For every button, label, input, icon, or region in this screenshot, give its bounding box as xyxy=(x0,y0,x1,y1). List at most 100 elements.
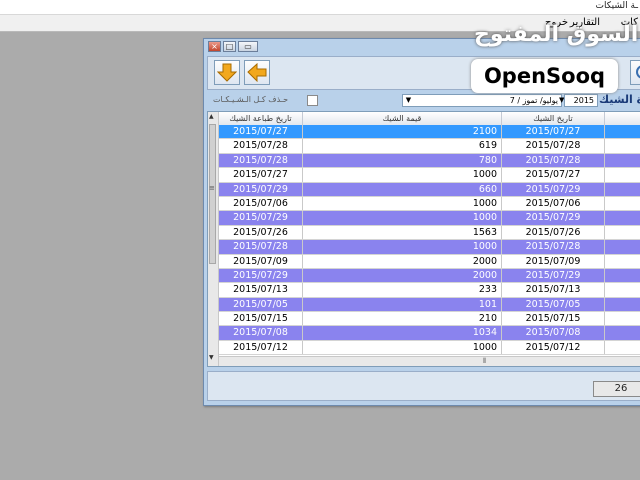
amount-cell[interactable]: 619 xyxy=(303,139,502,153)
extra-cell[interactable] xyxy=(605,139,640,152)
extra-cell[interactable] xyxy=(605,326,640,339)
filter-bar: حـذف كـل الـشـيـكـات ▼ يوليو/ تموز / 7 ▼… xyxy=(207,92,640,110)
scroll-up-icon[interactable]: ▲ xyxy=(209,113,214,120)
check-date-cell[interactable]: 2015/07/27 xyxy=(502,125,605,139)
amount-cell[interactable]: 1000 xyxy=(303,340,502,355)
table-row[interactable]: 2015/07/28 780 2015/07/28 xyxy=(219,153,640,169)
amount-cell[interactable]: 2100 xyxy=(303,125,502,139)
close-button[interactable]: × xyxy=(208,41,221,52)
print-date-cell[interactable]: 2015/07/06 xyxy=(219,196,303,211)
check-date-cell[interactable]: 2015/07/29 xyxy=(502,211,605,225)
check-date-cell[interactable]: 2015/07/06 xyxy=(502,196,605,211)
print-date-cell[interactable]: 2015/07/29 xyxy=(219,268,303,283)
extra-cell[interactable] xyxy=(605,283,640,296)
extra-cell[interactable] xyxy=(605,154,640,167)
amount-cell[interactable]: 1000 xyxy=(303,240,502,254)
scroll-down-icon[interactable]: ▼ xyxy=(209,354,214,361)
extra-cell[interactable] xyxy=(605,298,640,311)
check-date-cell[interactable]: 2015/07/26 xyxy=(502,225,605,240)
back-button[interactable] xyxy=(244,60,270,85)
check-date-cell[interactable]: 2015/07/15 xyxy=(502,312,605,326)
table-row[interactable]: 2015/07/29 2000 2015/07/29 xyxy=(219,268,640,284)
amount-cell[interactable]: 101 xyxy=(303,297,502,312)
check-date-cell[interactable]: 2015/07/28 xyxy=(502,153,605,168)
table-row[interactable]: 2015/07/12 1000 2015/07/12 xyxy=(219,340,640,356)
extra-cell[interactable] xyxy=(605,211,640,224)
table-row[interactable]: 2015/07/27 1000 2015/07/27 xyxy=(219,168,640,183)
month-select[interactable]: ▼ يوليو/ تموز / 7 xyxy=(402,94,562,107)
year-select[interactable]: 2015 xyxy=(564,94,598,107)
check-date-cell[interactable]: 2015/07/05 xyxy=(502,297,605,312)
extra-cell[interactable] xyxy=(605,269,640,282)
print-date-cell[interactable]: 2015/07/08 xyxy=(219,326,303,340)
check-date-cell[interactable]: 2015/07/29 xyxy=(502,182,605,196)
refresh-button[interactable] xyxy=(630,60,640,85)
amount-cell[interactable]: 660 xyxy=(303,182,502,196)
amount-cell[interactable]: 780 xyxy=(303,153,502,168)
table-row[interactable]: 2015/07/28 619 2015/07/28 xyxy=(219,139,640,154)
column-header-extra[interactable] xyxy=(605,112,640,125)
extra-cell[interactable] xyxy=(605,226,640,239)
extra-cell[interactable] xyxy=(605,312,640,325)
table-row[interactable]: 2015/07/29 660 2015/07/29 xyxy=(219,182,640,197)
amount-cell[interactable]: 210 xyxy=(303,312,502,326)
table-row[interactable]: 2015/07/27 2100 2015/07/27 xyxy=(219,125,640,140)
amount-cell[interactable]: 1000 xyxy=(303,168,502,182)
print-date-cell[interactable]: 2015/07/15 xyxy=(219,312,303,326)
maximize-button[interactable]: □ xyxy=(223,41,236,52)
column-header-check-date[interactable]: تاريخ الشيك xyxy=(502,112,605,125)
print-date-cell[interactable]: 2015/07/09 xyxy=(219,254,303,268)
amount-cell[interactable]: 2000 xyxy=(303,254,502,268)
table-row[interactable]: 2015/07/13 233 2015/07/13 xyxy=(219,283,640,298)
print-date-cell[interactable]: 2015/07/27 xyxy=(219,125,303,139)
amount-cell[interactable]: 233 xyxy=(303,283,502,297)
amount-cell[interactable]: 1000 xyxy=(303,211,502,225)
amount-cell[interactable]: 1034 xyxy=(303,326,502,340)
check-date-cell[interactable]: 2015/07/09 xyxy=(502,254,605,268)
table-row[interactable]: 2015/07/08 1034 2015/07/08 xyxy=(219,326,640,341)
column-header-amount[interactable]: قيمة الشيك xyxy=(303,112,502,125)
check-date-cell[interactable]: 2015/07/13 xyxy=(502,283,605,297)
vertical-scrollbar[interactable]: ▲ ≡ ▼ xyxy=(208,112,219,366)
extra-cell[interactable] xyxy=(605,125,640,138)
check-date-cell[interactable]: 2015/07/28 xyxy=(502,139,605,153)
print-date-cell[interactable]: 2015/07/29 xyxy=(219,211,303,225)
extra-cell[interactable] xyxy=(605,240,640,253)
table-row[interactable]: 2015/07/28 1000 2015/07/28 xyxy=(219,240,640,255)
print-date-cell[interactable]: 2015/07/28 xyxy=(219,240,303,254)
check-date-cell[interactable]: 2015/07/08 xyxy=(502,326,605,340)
print-date-cell[interactable]: 2015/07/12 xyxy=(219,340,303,355)
amount-cell[interactable]: 1000 xyxy=(303,196,502,211)
print-date-cell[interactable]: 2015/07/27 xyxy=(219,168,303,182)
minimize-button[interactable]: ▭ xyxy=(238,41,258,52)
column-header-print-date[interactable]: تاريخ طباعة الشيك xyxy=(219,112,303,125)
table-row[interactable]: 2015/07/05 101 2015/07/05 xyxy=(219,297,640,313)
extra-cell[interactable] xyxy=(605,168,640,181)
check-date-cell[interactable]: 2015/07/28 xyxy=(502,240,605,254)
extra-cell[interactable] xyxy=(605,183,640,196)
amount-cell[interactable]: 1563 xyxy=(303,225,502,240)
check-date-cell[interactable]: 2015/07/27 xyxy=(502,168,605,182)
print-date-cell[interactable]: 2015/07/28 xyxy=(219,153,303,168)
amount-cell[interactable]: 2000 xyxy=(303,268,502,283)
print-date-cell[interactable]: 2015/07/05 xyxy=(219,297,303,312)
extra-cell[interactable] xyxy=(605,255,640,268)
horizontal-scrollbar[interactable]: ⦀ xyxy=(219,356,640,366)
table-row[interactable]: 2015/07/06 1000 2015/07/06 xyxy=(219,196,640,212)
extra-cell[interactable] xyxy=(605,197,640,210)
move-down-button[interactable] xyxy=(214,60,240,85)
table-row[interactable]: 2015/07/15 210 2015/07/15 xyxy=(219,312,640,327)
scroll-thumb[interactable] xyxy=(209,124,216,264)
table-row[interactable]: 2015/07/09 2000 2015/07/09 xyxy=(219,254,640,269)
print-date-cell[interactable]: 2015/07/13 xyxy=(219,283,303,297)
check-date-cell[interactable]: 2015/07/12 xyxy=(502,340,605,355)
check-date-cell[interactable]: 2015/07/29 xyxy=(502,268,605,283)
table-row[interactable]: 2015/07/29 1000 2015/07/29 xyxy=(219,211,640,226)
print-date-cell[interactable]: 2015/07/26 xyxy=(219,225,303,240)
delete-all-checkbox[interactable] xyxy=(307,95,318,106)
extra-cell[interactable] xyxy=(605,341,640,354)
print-date-cell[interactable]: 2015/07/28 xyxy=(219,139,303,153)
table-row[interactable]: 2015/07/26 1563 2015/07/26 xyxy=(219,225,640,241)
checks-grid: ▲ ≡ ▼ تاريخ طباعة الشيك قيمة الشيك تاريخ… xyxy=(207,111,640,367)
print-date-cell[interactable]: 2015/07/29 xyxy=(219,182,303,196)
